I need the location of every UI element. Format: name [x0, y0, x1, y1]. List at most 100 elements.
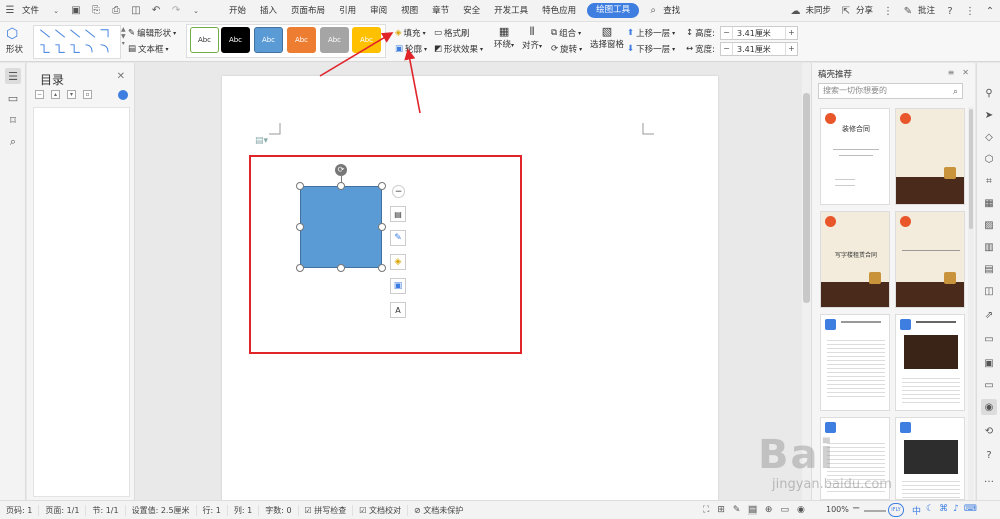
resize-handle-ne[interactable] — [378, 182, 386, 190]
wrap-button[interactable]: ▦ 环绕▾ — [494, 25, 514, 50]
file-menu[interactable]: 文件 — [20, 0, 46, 22]
link-icon[interactable]: ⇗ — [981, 307, 997, 323]
resize-handle-e[interactable] — [378, 223, 386, 231]
ime-punct-icon[interactable]: ⌘ — [939, 504, 948, 517]
tab-special-apps[interactable]: 特色应用 — [535, 0, 583, 22]
template-active-icon[interactable]: ◉ — [981, 399, 997, 415]
width-decrease[interactable]: − — [721, 43, 733, 55]
width-value[interactable]: 3.41厘米 — [733, 44, 771, 55]
width-increase[interactable]: + — [785, 43, 797, 55]
ime-moon-icon[interactable]: ☾ — [926, 504, 934, 517]
template-card-6[interactable] — [895, 314, 965, 411]
page-icon[interactable]: ▭ — [5, 90, 21, 106]
resize-handle-sw[interactable] — [296, 264, 304, 272]
selected-rectangle-shape[interactable] — [300, 186, 382, 268]
tab-section[interactable]: 章节 — [425, 0, 456, 22]
close-icon[interactable]: ✕ — [117, 71, 125, 82]
edit-shape-button[interactable]: ✎ 编辑形状 ▾ — [128, 27, 176, 39]
style-option-1[interactable]: Abc — [190, 27, 219, 53]
table-icon[interactable]: ▦ — [981, 195, 997, 211]
status-page-number[interactable]: 页码: 1 — [0, 504, 40, 516]
toc-settings-icon[interactable]: ▫ — [83, 90, 92, 99]
expand-icon[interactable]: − — [35, 90, 44, 99]
gallery-scroll[interactable]: ▲ ▼ ▾ — [121, 26, 126, 47]
comment-button[interactable]: 批注 — [918, 0, 940, 22]
tab-developer[interactable]: 开发工具 — [487, 0, 535, 22]
toc-toggle-icon[interactable] — [118, 90, 128, 100]
template-card-5[interactable] — [820, 314, 890, 411]
float-fill-icon[interactable]: ◈ — [390, 254, 406, 270]
shape-effect-button[interactable]: ◩ 形状效果 ▾ — [434, 43, 483, 55]
tab-page-layout[interactable]: 页面布局 — [284, 0, 332, 22]
style-icon[interactable]: ◇ — [981, 129, 997, 145]
tab-view[interactable]: 视图 — [394, 0, 425, 22]
export-icon[interactable]: ⎘ — [89, 4, 103, 18]
tab-home[interactable]: 开始 — [222, 0, 253, 22]
more-icon-2[interactable]: ⋮ — [963, 4, 977, 18]
status-row[interactable]: 行: 1 — [197, 504, 228, 516]
document-page[interactable]: ▤▾ ⟳ − ▤ ✎ ◈ ▣ A — [222, 76, 718, 506]
height-decrease[interactable]: − — [721, 27, 733, 39]
zoom-out-button[interactable]: − — [852, 503, 860, 514]
search-label[interactable]: 查找 — [663, 0, 687, 22]
layers-icon[interactable]: ◫ — [981, 283, 997, 299]
share-button[interactable]: 分享 — [856, 0, 878, 22]
align-button[interactable]: ⫴ 对齐▾ — [522, 25, 542, 51]
template-card-2[interactable] — [895, 108, 965, 205]
chevron-down-icon[interactable]: ⌄ — [49, 4, 63, 18]
more-icon[interactable]: ⌄ — [189, 4, 203, 18]
tab-references[interactable]: 引用 — [332, 0, 363, 22]
help-icon[interactable]: ? — [943, 4, 957, 18]
screen-icon[interactable]: ▭ — [981, 377, 997, 393]
template-card-8[interactable] — [895, 417, 965, 500]
note-icon[interactable]: ▭ — [981, 331, 997, 347]
image-icon[interactable]: ▨ — [981, 217, 997, 233]
tab-drawing-tools[interactable]: 绘图工具 — [587, 3, 640, 18]
style-option-3[interactable]: Abc — [254, 27, 283, 53]
help-panel-icon[interactable]: ? — [981, 447, 997, 463]
fullscreen-icon[interactable]: ⛶ — [703, 505, 709, 515]
style-option-4[interactable]: Abc — [287, 27, 316, 53]
chart-icon[interactable]: ▥ — [981, 239, 997, 255]
print-icon[interactable]: ⎙ — [109, 4, 123, 18]
status-col[interactable]: 列: 1 — [228, 504, 260, 516]
zoom-slider[interactable] — [864, 510, 886, 512]
save-icon[interactable]: ▣ — [69, 4, 83, 18]
input-method-icon[interactable]: iFLY — [888, 503, 904, 517]
edit-view-icon[interactable]: ✎ — [733, 505, 741, 515]
cursor-icon[interactable]: ➤ — [981, 107, 997, 123]
float-collapse-button[interactable]: − — [392, 185, 405, 198]
crop-icon[interactable]: ⌗ — [981, 173, 997, 189]
protect-status[interactable]: ⊘ 文档未保护 — [408, 505, 469, 516]
fill-button[interactable]: ◈ 填充 ▾ — [395, 27, 426, 39]
ime-keyboard-icon[interactable]: ⌨ — [964, 504, 977, 517]
float-text-icon[interactable]: A — [390, 302, 406, 318]
send-backward-button[interactable]: ⬇ 下移一层 ▾ — [627, 43, 675, 55]
format-brush-button[interactable]: ▭ 格式刷 — [434, 27, 470, 39]
template-card-3[interactable]: 写字楼租赁合同 — [820, 211, 890, 308]
ime-mic-icon[interactable]: ♪ — [953, 504, 959, 517]
rotate-handle[interactable]: ⟳ — [335, 164, 347, 176]
template-card-1[interactable]: 装修合同 — [820, 108, 890, 205]
proofread-button[interactable]: ☑ 文档校对 — [353, 504, 408, 516]
ime-lang-icon[interactable]: 中 — [912, 504, 921, 517]
clipboard-icon[interactable]: ▣ — [981, 355, 997, 371]
resize-handle-s[interactable] — [337, 264, 345, 272]
resize-handle-w[interactable] — [296, 223, 304, 231]
outline-view-icon[interactable]: ⊞ — [717, 505, 725, 515]
panel-scroll-thumb[interactable] — [969, 109, 973, 229]
property-icon[interactable]: ⚲ — [981, 85, 997, 101]
redo-icon[interactable]: ↷ — [169, 4, 183, 18]
sync-status[interactable]: 未同步 — [805, 0, 836, 22]
height-increase[interactable]: + — [785, 27, 797, 39]
more-options-icon[interactable]: ⋮ — [881, 4, 895, 18]
zoom-level[interactable]: 100% — [826, 505, 849, 514]
tab-review[interactable]: 审阅 — [363, 0, 394, 22]
tab-insert[interactable]: 插入 — [253, 0, 284, 22]
web-view-icon[interactable]: ⊕ — [765, 505, 773, 515]
style-option-6[interactable]: Abc — [352, 27, 381, 53]
tab-security[interactable]: 安全 — [456, 0, 487, 22]
find-icon[interactable]: ⌕ — [5, 134, 21, 150]
outline-button[interactable]: ▣ 轮廓 ▾ — [395, 43, 427, 55]
spellcheck-button[interactable]: ☑ 拼写检查 — [299, 504, 354, 516]
